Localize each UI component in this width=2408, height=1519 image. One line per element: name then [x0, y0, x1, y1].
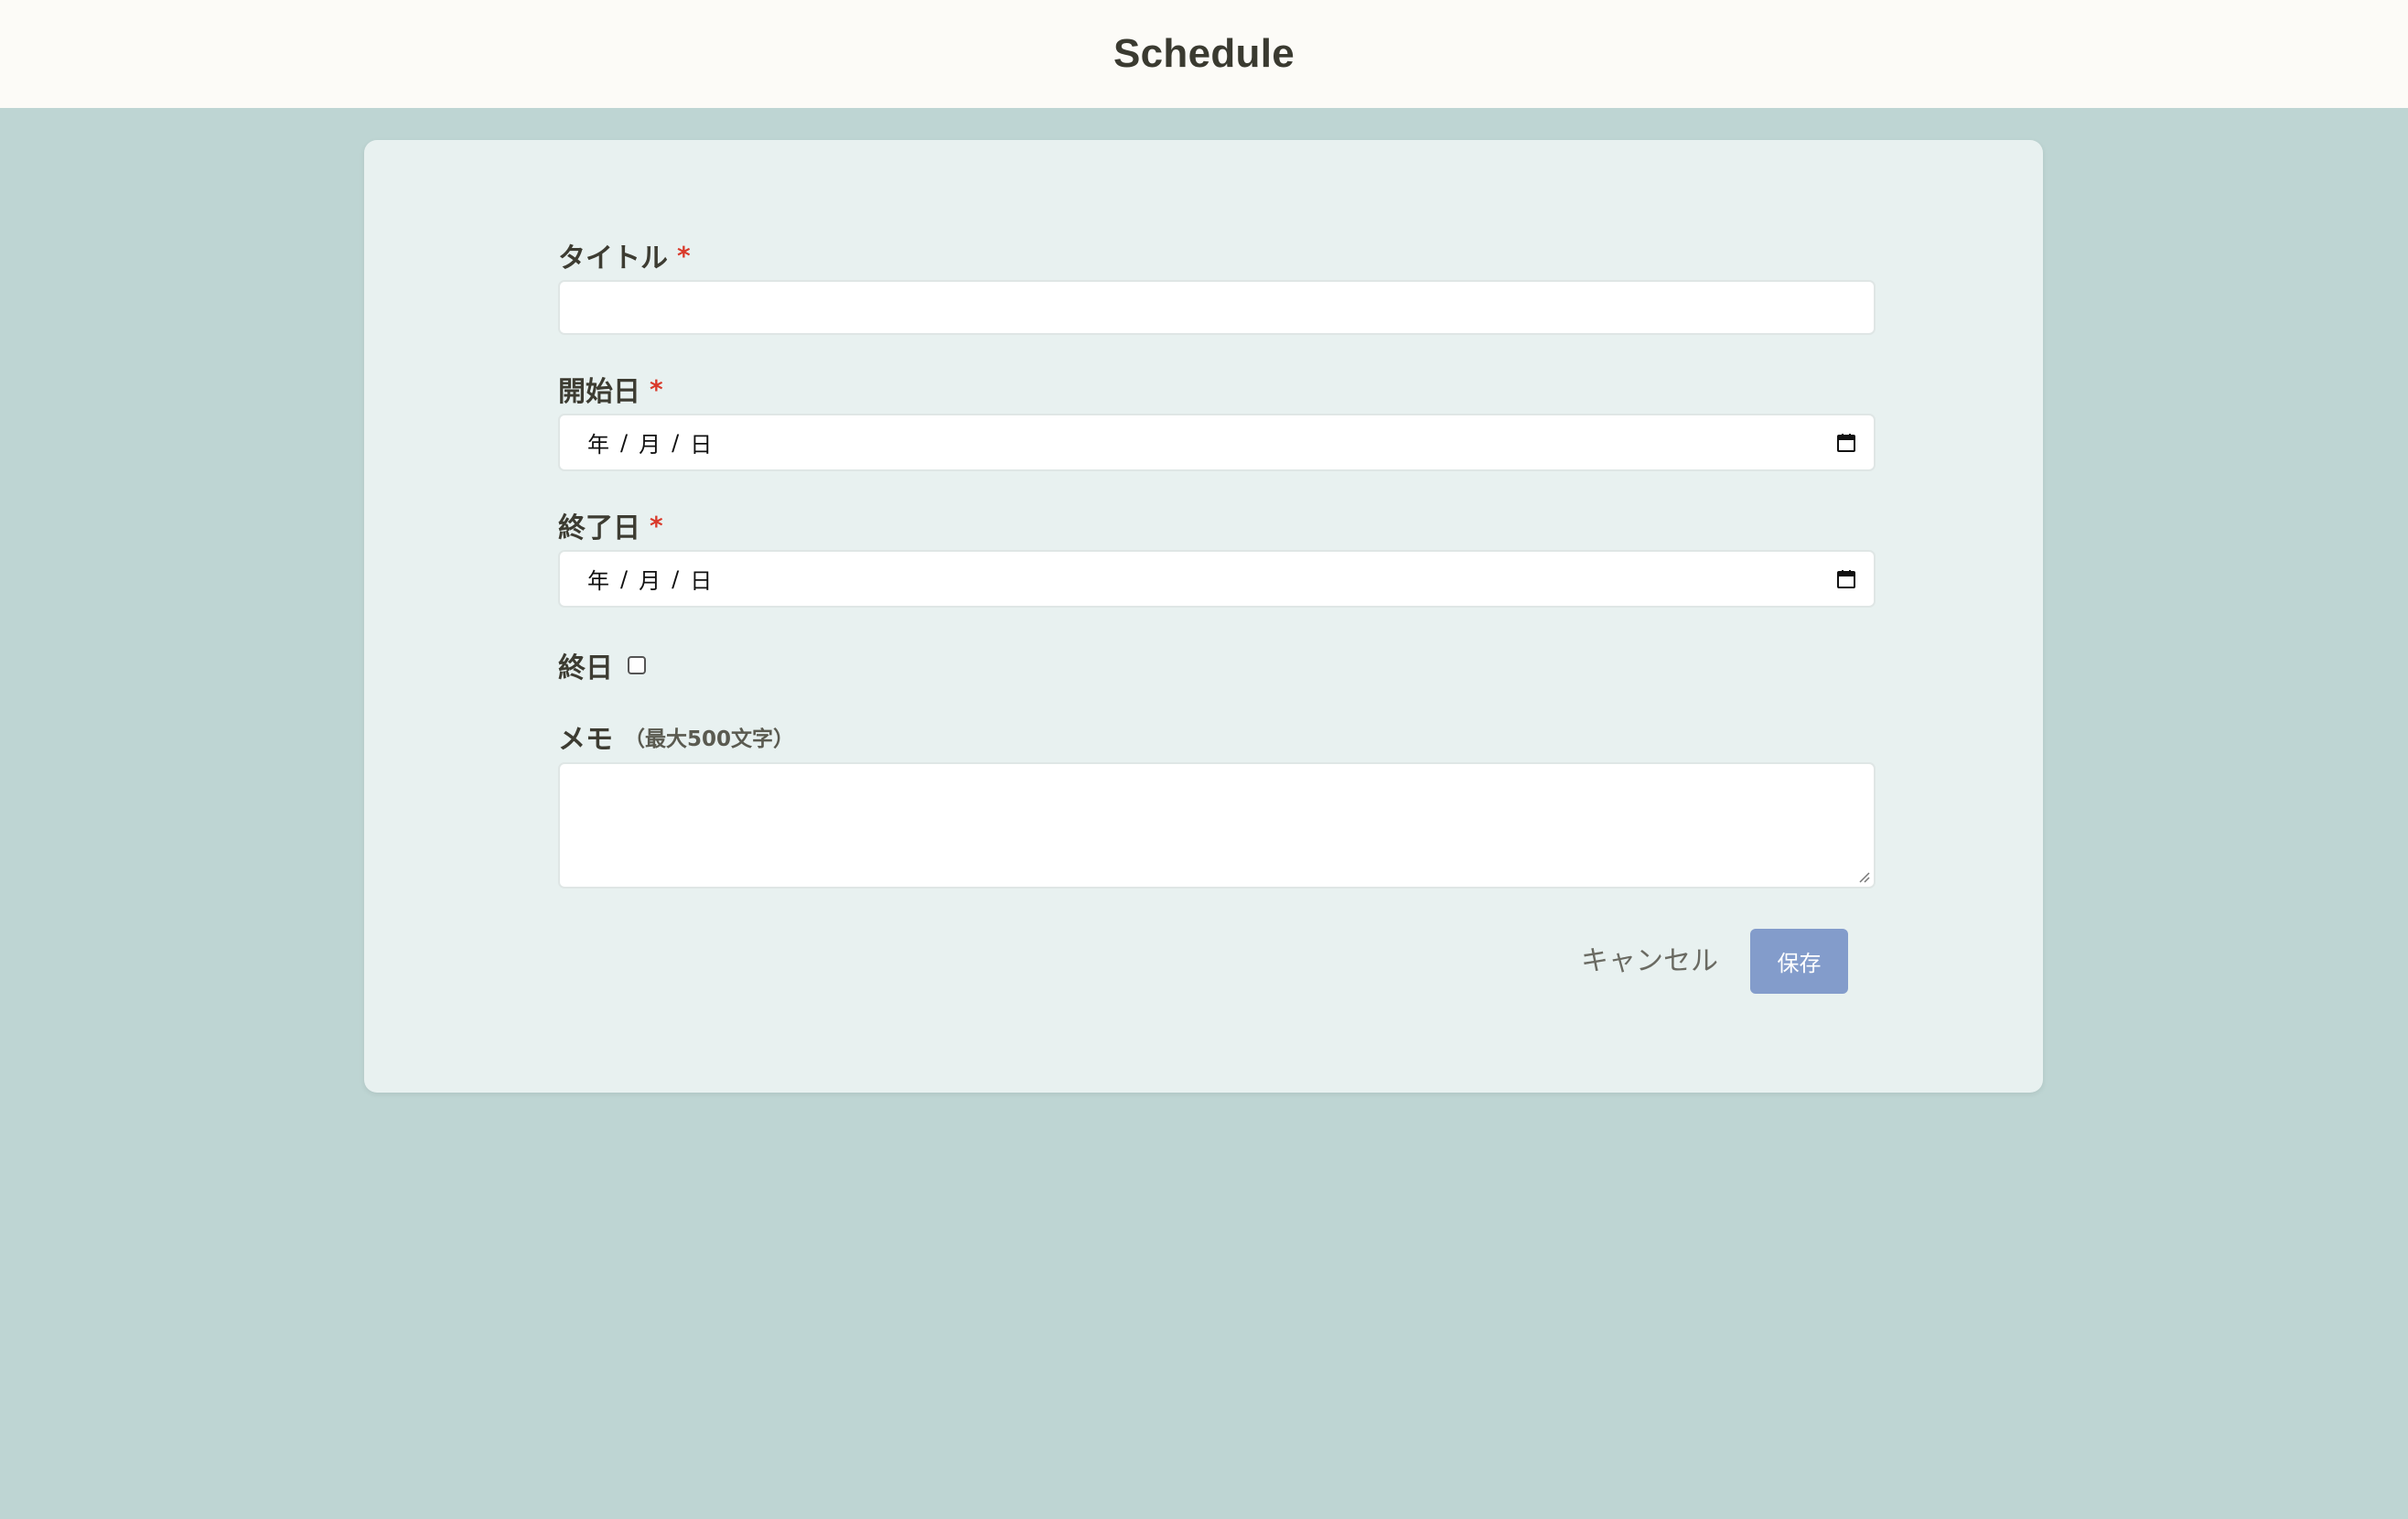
- title-field-group: タイトル *: [558, 237, 1876, 335]
- app-title: Schedule: [1113, 31, 1295, 76]
- end-date-field-group: 終了日 * 年 / 月 / 日: [558, 507, 1876, 608]
- save-button[interactable]: 保存: [1750, 929, 1848, 994]
- date-separator: /: [620, 429, 629, 456]
- cancel-button[interactable]: キャンセル: [1576, 926, 1723, 990]
- required-mark: *: [650, 510, 663, 541]
- year-segment[interactable]: 年: [587, 426, 609, 458]
- month-segment[interactable]: 月: [639, 563, 661, 595]
- required-mark: *: [650, 373, 663, 404]
- date-separator: /: [672, 566, 680, 592]
- start-date-label-text: 開始日: [558, 376, 640, 408]
- start-date-label: 開始日 *: [558, 371, 1876, 409]
- end-date-input[interactable]: 年 / 月 / 日: [558, 550, 1876, 608]
- resize-handle-icon[interactable]: [1855, 868, 1870, 883]
- start-date-field-group: 開始日 * 年 / 月 / 日: [558, 371, 1876, 471]
- calendar-icon[interactable]: [1835, 432, 1857, 454]
- date-separator: /: [620, 566, 629, 592]
- end-date-label-text: 終了日: [558, 512, 640, 544]
- title-label-text: タイトル: [558, 242, 668, 275]
- required-mark: *: [677, 240, 691, 271]
- app-header: Schedule: [0, 0, 2408, 108]
- day-segment[interactable]: 日: [690, 563, 712, 595]
- end-date-label: 終了日 *: [558, 507, 1876, 545]
- memo-field-group: メモ （最大500文字）: [558, 718, 1876, 889]
- all-day-label: 終日: [558, 647, 1876, 684]
- all-day-checkbox[interactable]: [628, 656, 646, 674]
- start-date-input[interactable]: 年 / 月 / 日: [558, 414, 1876, 471]
- month-segment[interactable]: 月: [639, 426, 661, 458]
- title-input[interactable]: [558, 280, 1876, 335]
- memo-label: メモ （最大500文字）: [558, 718, 1876, 756]
- day-segment[interactable]: 日: [690, 426, 712, 458]
- memo-hint: （最大500文字）: [624, 727, 795, 751]
- date-separator: /: [672, 429, 680, 456]
- all-day-field-group: 終日: [558, 647, 1876, 684]
- year-segment[interactable]: 年: [587, 563, 609, 595]
- memo-textarea[interactable]: [558, 762, 1876, 889]
- calendar-icon[interactable]: [1835, 568, 1857, 590]
- title-label: タイトル *: [558, 237, 1876, 275]
- all-day-label-text: 終日: [558, 652, 613, 684]
- schedule-form-card: タイトル * 開始日 * 年 / 月 / 日 終了日 * 年 / 月 / 日 終…: [364, 140, 2043, 1093]
- memo-label-text: メモ: [558, 724, 613, 756]
